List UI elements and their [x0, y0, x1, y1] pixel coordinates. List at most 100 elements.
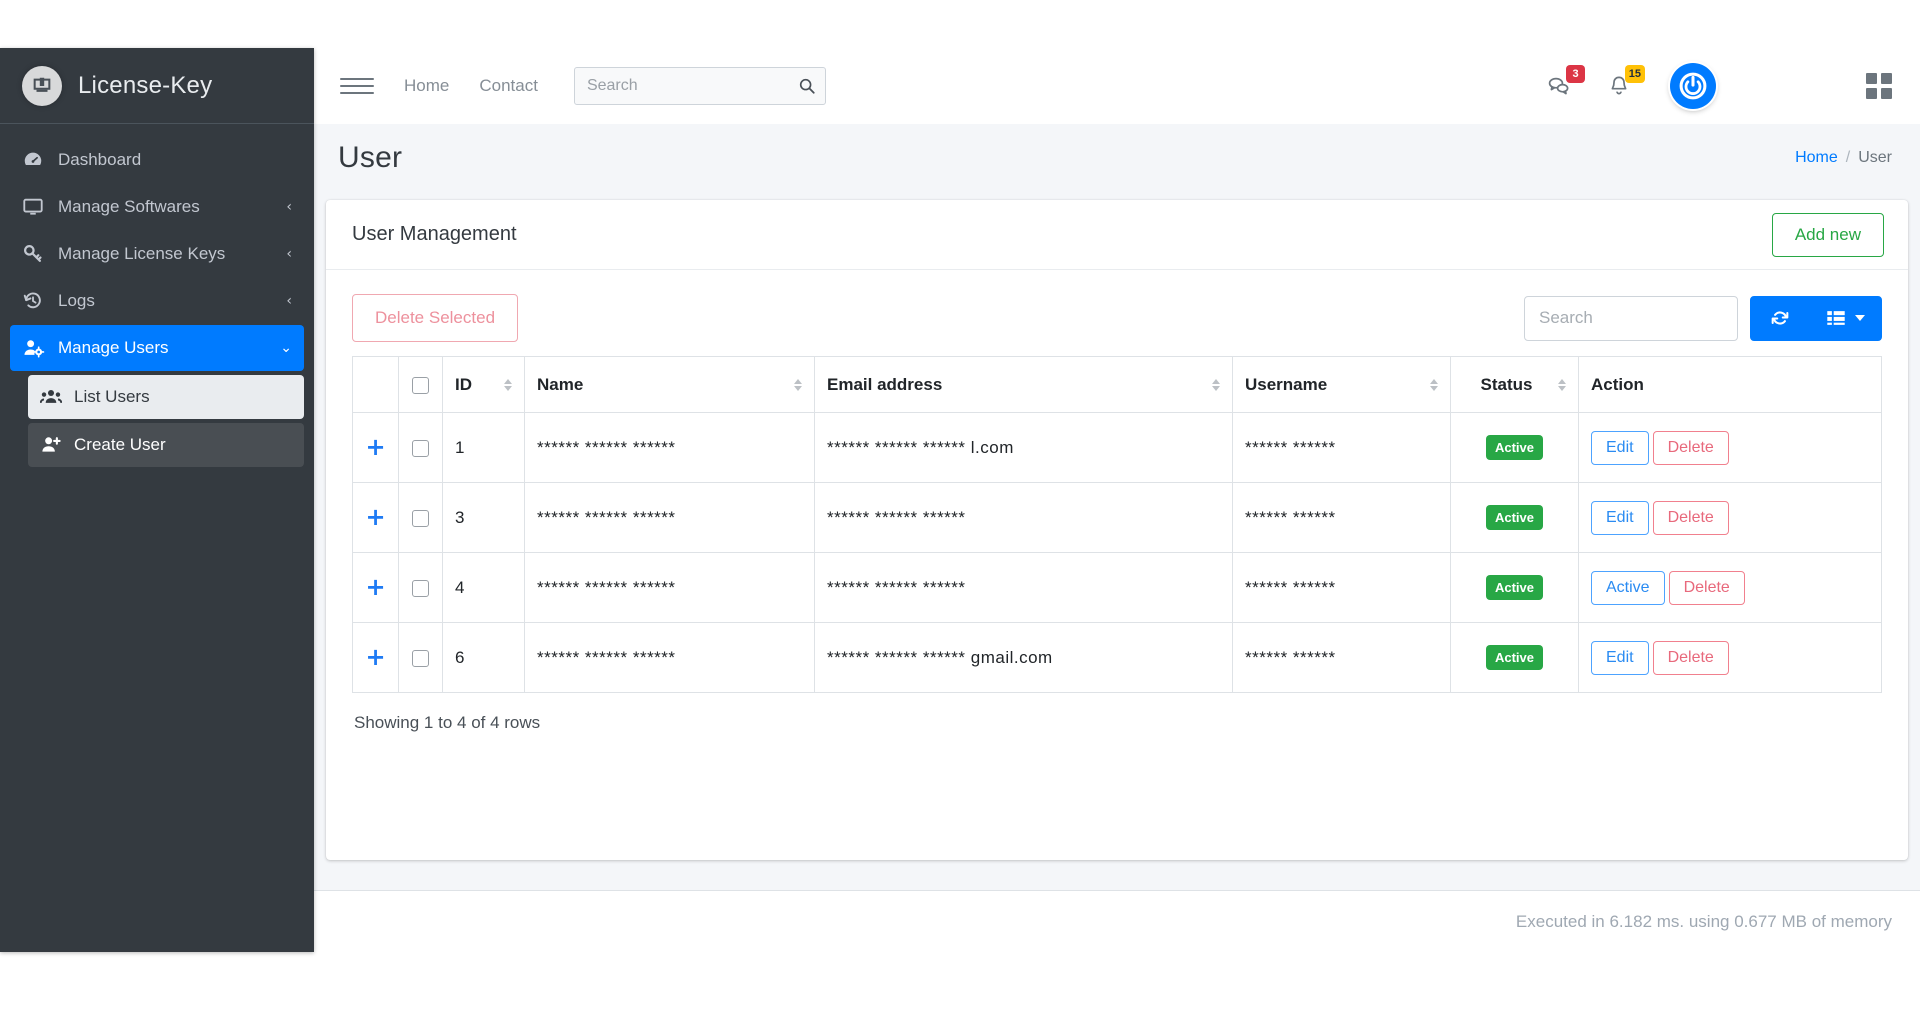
sidebar-item-logs[interactable]: Logs ‹	[10, 278, 304, 324]
expand-row-icon[interactable]: +	[365, 645, 385, 669]
edit-button[interactable]: Edit	[1591, 431, 1649, 465]
column-label: Name	[537, 375, 786, 395]
breadcrumb-separator: /	[1846, 149, 1850, 167]
edit-button[interactable]: Edit	[1591, 641, 1649, 675]
hamburger-icon[interactable]	[340, 69, 374, 103]
topnav-right-group: 3 15	[1516, 63, 1920, 109]
top-navbar: Home Contact 3 15	[314, 48, 1920, 124]
brand-header[interactable]: License-Key	[0, 48, 314, 124]
row-checkbox[interactable]	[412, 580, 429, 597]
cell-email: ****** ****** ******	[815, 553, 1233, 623]
table-row: + 3 ****** ****** ****** ****** ****** *…	[353, 483, 1882, 553]
topnav-search-group	[574, 67, 826, 105]
column-header-name[interactable]: Name	[525, 357, 815, 413]
sidebar-item-manage-users[interactable]: Manage Users ⌄	[10, 325, 304, 371]
card-header: User Management Add new	[326, 200, 1908, 270]
column-header-status[interactable]: Status	[1451, 357, 1579, 413]
power-button[interactable]	[1670, 63, 1716, 109]
notifications-button[interactable]: 15	[1602, 69, 1636, 103]
cell-username: ****** ******	[1233, 413, 1451, 483]
delete-button[interactable]: Delete	[1653, 641, 1729, 675]
row-checkbox[interactable]	[412, 510, 429, 527]
messages-button[interactable]: 3	[1542, 69, 1576, 103]
delete-button[interactable]: Delete	[1669, 571, 1745, 605]
sidebar: License-Key Dashboard Manage Softwares ‹…	[0, 48, 314, 952]
table-search-input[interactable]	[1524, 296, 1738, 341]
user-management-card: User Management Add new Delete Selected	[326, 200, 1908, 860]
sidebar-item-manage-softwares[interactable]: Manage Softwares ‹	[10, 184, 304, 230]
execution-stats: Executed in 6.182 ms. using 0.677 MB of …	[1516, 912, 1892, 932]
delete-selected-button[interactable]: Delete Selected	[352, 294, 518, 342]
cell-status: Active	[1451, 483, 1579, 553]
expand-cell: +	[353, 623, 399, 693]
breadcrumb-home[interactable]: Home	[1795, 149, 1838, 167]
monitor-icon	[22, 196, 52, 218]
sort-icon[interactable]	[1558, 379, 1566, 391]
column-label: Email address	[827, 375, 1204, 395]
columns-toggle-button[interactable]	[1810, 296, 1882, 341]
history-icon	[22, 290, 52, 312]
topnav-link-contact[interactable]: Contact	[479, 76, 538, 96]
expand-cell: +	[353, 483, 399, 553]
column-header-email[interactable]: Email address	[815, 357, 1233, 413]
columns-list-icon	[1825, 307, 1847, 329]
toolbar-right-group	[1524, 296, 1882, 341]
sidebar-item-label: Dashboard	[52, 150, 292, 170]
sort-icon[interactable]	[504, 379, 512, 391]
cell-username: ****** ******	[1233, 553, 1451, 623]
sidebar-item-create-user[interactable]: Create User	[28, 423, 304, 467]
add-new-button[interactable]: Add new	[1772, 213, 1884, 257]
sidebar-item-dashboard[interactable]: Dashboard	[10, 137, 304, 183]
column-label: Username	[1245, 375, 1422, 395]
users-group-icon	[40, 386, 74, 408]
column-header-username[interactable]: Username	[1233, 357, 1451, 413]
delete-button[interactable]: Delete	[1653, 431, 1729, 465]
cell-status: Active	[1451, 623, 1579, 693]
chevron-down-icon	[1855, 315, 1865, 321]
row-checkbox[interactable]	[412, 440, 429, 457]
cell-email: ****** ****** ******	[815, 483, 1233, 553]
sort-icon[interactable]	[1430, 379, 1438, 391]
row-checkbox[interactable]	[412, 650, 429, 667]
column-header-id[interactable]: ID	[443, 357, 525, 413]
table-head: ID Name Email address	[353, 357, 1882, 413]
topnav-link-home[interactable]: Home	[404, 76, 449, 96]
sidebar-item-list-users[interactable]: List Users	[28, 375, 304, 419]
main-content: User Home / User User Management Add new…	[314, 124, 1920, 890]
column-label: Action	[1591, 375, 1869, 395]
sidebar-subitem-label: List Users	[74, 387, 150, 407]
cell-status: Active	[1451, 553, 1579, 623]
expand-row-icon[interactable]: +	[365, 575, 385, 599]
sidebar-item-label: Manage Softwares	[52, 197, 286, 217]
sidebar-nav: Dashboard Manage Softwares ‹ Manage Lice…	[0, 124, 314, 467]
expand-row-icon[interactable]: +	[365, 505, 385, 529]
sidebar-item-manage-license-keys[interactable]: Manage License Keys ‹	[10, 231, 304, 277]
cell-action: EditDelete	[1579, 623, 1882, 693]
sidebar-item-label: Manage Users	[52, 338, 280, 358]
search-icon[interactable]	[788, 67, 826, 105]
expand-row-icon[interactable]: +	[365, 435, 385, 459]
page-title: User	[338, 141, 402, 175]
expand-cell: +	[353, 553, 399, 623]
cell-action: EditDelete	[1579, 413, 1882, 483]
cell-id: 6	[443, 623, 525, 693]
key-icon	[22, 243, 52, 265]
delete-button[interactable]: Delete	[1653, 501, 1729, 535]
select-all-checkbox[interactable]	[412, 377, 429, 394]
sidebar-item-label: Manage License Keys	[52, 244, 286, 264]
refresh-button[interactable]	[1750, 296, 1810, 341]
chevron-left-icon: ‹	[286, 294, 292, 308]
cell-email: ****** ****** ****** gmail.com	[815, 623, 1233, 693]
brand-name: License-Key	[78, 72, 212, 100]
sort-icon[interactable]	[794, 379, 802, 391]
edit-button[interactable]: Edit	[1591, 501, 1649, 535]
chevron-left-icon: ‹	[286, 247, 292, 261]
chevron-down-icon: ⌄	[280, 341, 292, 355]
table-header-row: ID Name Email address	[353, 357, 1882, 413]
edit-button[interactable]: Active	[1591, 571, 1665, 605]
grid-icon[interactable]	[1866, 73, 1892, 99]
cell-name: ****** ****** ******	[525, 623, 815, 693]
cell-username: ****** ******	[1233, 483, 1451, 553]
sort-icon[interactable]	[1212, 379, 1220, 391]
expand-cell: +	[353, 413, 399, 483]
